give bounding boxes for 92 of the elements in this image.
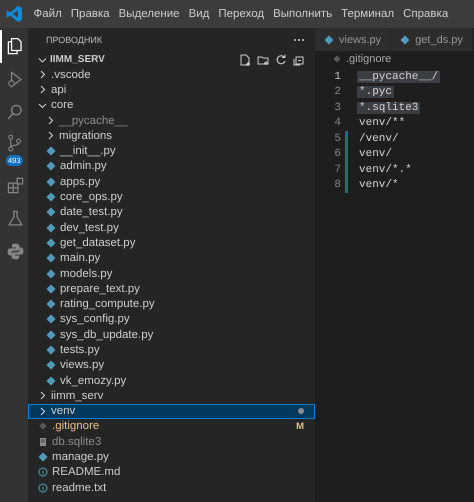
folder-item[interactable]: .vscode [28, 67, 315, 82]
python-file-icon [46, 314, 56, 324]
more-icon[interactable] [293, 36, 305, 44]
folder-item[interactable]: iimm_serv [28, 388, 315, 404]
python-file-icon [46, 161, 56, 172]
python-file-icon [46, 360, 56, 370]
file-item[interactable]: core_ops.py [28, 189, 315, 205]
menu-item[interactable]: Выполнить [268, 8, 337, 20]
python-file-icon [46, 222, 56, 233]
python-file-icon [38, 452, 48, 462]
file-item[interactable]: get_dataset.py [28, 235, 315, 251]
line-number: 5 [333, 132, 342, 145]
line-number: 2 [333, 86, 342, 98]
line-number: 3 [333, 102, 342, 114]
file-item[interactable]: apps.py [28, 174, 315, 190]
editor-tab[interactable]: views.py [315, 28, 392, 51]
line-number: 6 [333, 148, 342, 160]
line-number: 7 [333, 164, 342, 176]
explorer-title: ПРОВОДНИК [46, 35, 102, 45]
python-file-icon [46, 238, 56, 248]
file-item[interactable]: admin.py [28, 158, 315, 174]
line-number: 1 [333, 70, 342, 83]
folder-item[interactable]: core [28, 98, 315, 113]
collapse-all-icon[interactable] [293, 54, 305, 66]
line-number: 4 [333, 117, 342, 130]
file-item[interactable]: .gitignore M [28, 418, 315, 434]
file-item[interactable]: rating_compute.py [28, 296, 315, 312]
new-folder-icon[interactable] [257, 54, 269, 66]
python-file-icon [324, 34, 334, 44]
run-debug-icon[interactable] [6, 70, 24, 89]
python-file-icon [46, 253, 56, 264]
file-item[interactable]: manage.py [28, 449, 315, 465]
files-icon[interactable] [6, 37, 24, 56]
python-file-icon [400, 34, 410, 44]
chevron-down-icon[interactable] [38, 56, 47, 64]
python-file-icon [46, 176, 56, 187]
folder-item[interactable]: __pycache__ [28, 112, 315, 128]
new-file-icon[interactable] [239, 54, 251, 66]
info-icon [38, 467, 48, 478]
vscode-logo-icon [6, 5, 23, 23]
file-item[interactable]: models.py [28, 266, 315, 282]
file-item[interactable]: sys_db_update.py [28, 327, 315, 342]
file-item[interactable]: readme.txt [28, 480, 315, 496]
menu-item[interactable]: Файл [29, 8, 66, 20]
python-file-icon [46, 344, 56, 355]
file-item[interactable]: sys_config.py [28, 312, 315, 328]
folder-item[interactable]: api [28, 82, 315, 98]
line-number: 8 [333, 179, 342, 192]
python-file-icon [46, 376, 56, 386]
git-status-label: M [296, 420, 304, 432]
menu-item[interactable]: Выделение [114, 8, 184, 20]
menu-item[interactable]: Терминал [336, 8, 399, 20]
file-item[interactable]: tests.py [28, 342, 315, 358]
file-item[interactable]: README.md [28, 464, 315, 480]
folder-item[interactable]: venv [28, 404, 315, 419]
menu-item[interactable]: Переход [214, 8, 269, 20]
info-icon [38, 482, 48, 493]
file-item[interactable]: prepare_text.py [28, 281, 315, 296]
folder-item[interactable]: migrations [28, 128, 315, 144]
search-icon[interactable] [6, 103, 24, 122]
menu-item[interactable]: Правка [66, 8, 114, 20]
file-item[interactable]: main.py [28, 250, 315, 266]
code-line: /venv/ [358, 132, 400, 145]
file-icon [38, 436, 48, 447]
file-item[interactable]: dev_test.py [28, 220, 315, 236]
project-folder-title[interactable]: IIMM_SERV [50, 54, 236, 65]
python-file-icon [46, 284, 56, 294]
python-file-icon [46, 192, 56, 202]
python-file-icon [46, 146, 56, 156]
menu-item[interactable]: Вид [184, 8, 214, 20]
extensions-icon[interactable] [6, 176, 24, 195]
breadcrumb[interactable]: .gitignore [346, 53, 392, 65]
python-file-icon [46, 299, 56, 310]
file-item[interactable]: vk_emozy.py [28, 372, 315, 388]
refresh-icon[interactable] [275, 54, 287, 66]
code-line: venv/*.* [358, 164, 413, 176]
code-line: venv/* [358, 179, 400, 192]
python-file-icon [46, 207, 56, 218]
code-line: venv/ [358, 148, 394, 160]
file-item[interactable]: db.sqlite3 [28, 434, 315, 450]
code-line: venv/** [358, 117, 406, 130]
diamond-icon [333, 55, 341, 63]
python-logo-icon[interactable] [6, 242, 24, 261]
flask-icon[interactable] [6, 209, 24, 228]
file-item[interactable]: views.py [28, 358, 315, 373]
menu-item[interactable]: Справка [398, 8, 453, 20]
python-file-icon [46, 330, 56, 340]
editor-tab[interactable]: get_ds.py [391, 28, 473, 51]
diamond-icon [38, 421, 48, 432]
file-item[interactable]: __init__.py [28, 143, 315, 159]
python-file-icon [46, 268, 56, 278]
file-item[interactable]: date_test.py [28, 204, 315, 220]
